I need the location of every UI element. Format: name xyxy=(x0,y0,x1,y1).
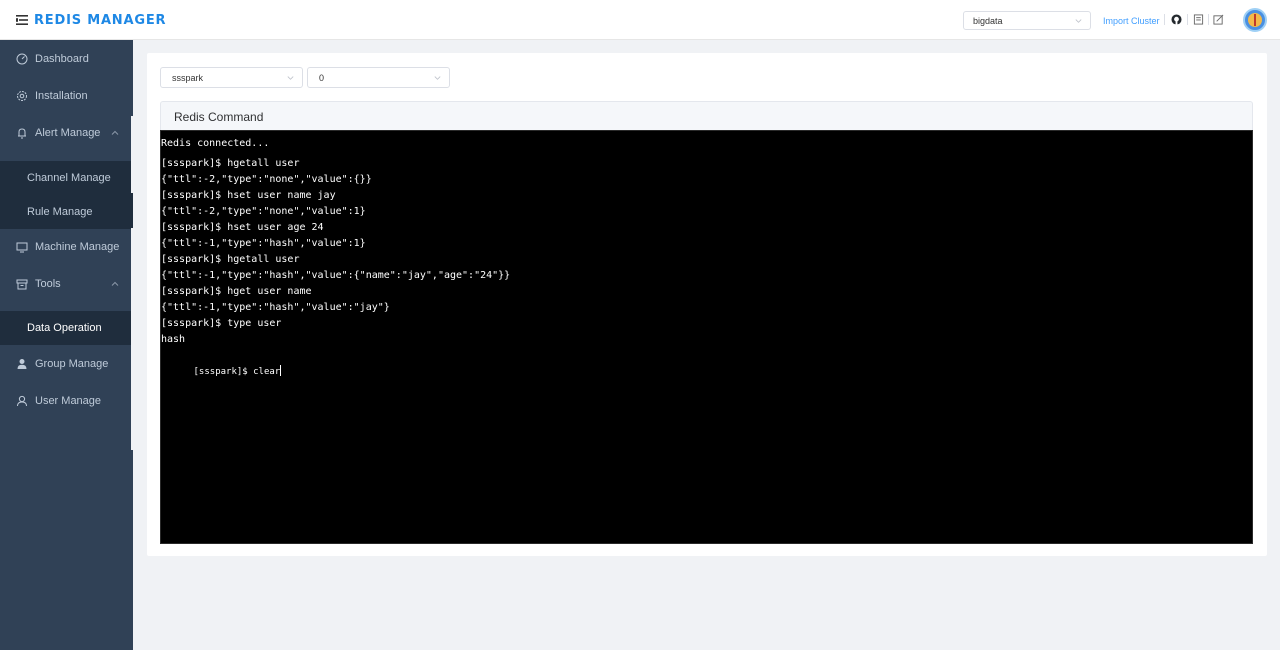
logo[interactable]: REDIS MANAGER xyxy=(16,11,166,29)
terminal-input[interactable]: [ssspark]$ clear xyxy=(194,367,281,377)
terminal-line: Redis connected... xyxy=(161,138,270,149)
chevron-down-icon xyxy=(434,76,441,80)
user-solid-icon xyxy=(17,359,27,369)
monitor-icon xyxy=(16,242,28,253)
node-select[interactable]: ssspark xyxy=(160,67,303,88)
db-select[interactable]: 0 xyxy=(307,67,450,88)
terminal-line: {"ttl":-1,"type":"hash","value":"jay"} xyxy=(161,302,390,313)
github-icon[interactable] xyxy=(1171,14,1182,25)
sidebar-item-label: Channel Manage xyxy=(27,172,111,184)
chevron-up-icon xyxy=(111,130,119,135)
sidebar-item-label: User Manage xyxy=(35,395,102,407)
terminal-line: [ssspark]$ hset user name jay xyxy=(161,190,336,201)
sidebar-item-label: Dashboard xyxy=(35,53,89,65)
dashboard-icon xyxy=(16,53,28,65)
chevron-up-icon xyxy=(111,281,119,286)
cluster-select[interactable]: bigdata xyxy=(963,11,1091,30)
sidebar-item-alert-manage[interactable]: Alert Manage xyxy=(0,115,133,151)
bell-icon xyxy=(18,128,26,139)
divider xyxy=(1187,14,1188,25)
panel-header: Redis Command xyxy=(160,101,1253,130)
terminal-prompt[interactable]: [ssspark]$ clear xyxy=(161,353,282,390)
terminal-line: hash xyxy=(161,334,186,345)
terminal-line: [ssspark]$ hget user name xyxy=(161,286,312,297)
text-cursor xyxy=(280,365,282,376)
sidebar-item-data-operation[interactable]: Data Operation xyxy=(0,311,133,345)
chevron-down-icon xyxy=(1075,19,1082,23)
sidebar-item-label: Alert Manage xyxy=(35,127,101,139)
terminal-line: [ssspark]$ hgetall user xyxy=(161,254,300,265)
sidebar-item-label: Rule Manage xyxy=(27,206,93,218)
panel-title: Redis Command xyxy=(174,110,264,124)
terminal-line: {"ttl":-2,"type":"none","value":1} xyxy=(161,206,366,217)
sidebar-item-machine-manage[interactable]: Machine Manage xyxy=(0,229,133,265)
sidebar-item-label: Machine Manage xyxy=(35,241,120,253)
terminal-line: {"ttl":-2,"type":"none","value":{}} xyxy=(161,174,372,185)
sidebar-item-label: Data Operation xyxy=(27,322,102,334)
node-select-value: ssspark xyxy=(172,73,204,83)
terminal-line: {"ttl":-1,"type":"hash","value":1} xyxy=(161,238,366,249)
logo-text: REDIS MANAGER xyxy=(34,12,167,28)
gear-icon xyxy=(17,91,27,101)
main-card: ssspark 0 Redis Command Redis connected.… xyxy=(147,53,1267,556)
sidebar-item-dashboard[interactable]: Dashboard xyxy=(0,41,133,77)
redis-terminal[interactable]: Redis connected... [ssspark]$ hgetall us… xyxy=(160,130,1253,544)
top-header: REDIS MANAGER bigdata Import Cluster xyxy=(0,0,1280,40)
chevron-down-icon xyxy=(287,76,294,80)
sidebar-item-label: Tools xyxy=(35,278,61,290)
db-select-value: 0 xyxy=(319,73,325,83)
doc-icon[interactable] xyxy=(1193,14,1204,25)
terminal-line: [ssspark]$ hgetall user xyxy=(161,158,300,169)
sidebar-item-rule-manage[interactable]: Rule Manage xyxy=(0,195,133,229)
active-group-indicator xyxy=(131,116,133,193)
divider xyxy=(1208,14,1209,25)
sidebar: Dashboard Installation Alert Manage Chan… xyxy=(0,40,133,650)
sidebar-item-tools[interactable]: Tools xyxy=(0,266,133,302)
terminal-line: [ssspark]$ hset user age 24 xyxy=(161,222,324,233)
menu-icon[interactable] xyxy=(16,15,28,25)
sidebar-item-channel-manage[interactable]: Channel Manage xyxy=(0,161,133,195)
edit-icon[interactable] xyxy=(1213,14,1224,25)
sidebar-item-label: Installation xyxy=(35,90,88,102)
box-icon xyxy=(16,279,28,290)
avatar[interactable] xyxy=(1243,8,1267,32)
terminal-line: [ssspark]$ type user xyxy=(161,318,282,329)
sidebar-item-group-manage[interactable]: Group Manage xyxy=(0,346,133,382)
terminal-line: {"ttl":-1,"type":"hash","value":{"name":… xyxy=(161,270,511,281)
active-group-indicator xyxy=(131,228,133,450)
user-icon xyxy=(17,395,27,407)
sidebar-item-user-manage[interactable]: User Manage xyxy=(0,383,133,419)
import-cluster-link[interactable]: Import Cluster xyxy=(1103,16,1160,26)
divider xyxy=(1164,14,1165,25)
sidebar-item-label: Group Manage xyxy=(35,358,109,370)
cluster-select-value: bigdata xyxy=(973,16,1003,26)
sidebar-item-installation[interactable]: Installation xyxy=(0,78,133,114)
